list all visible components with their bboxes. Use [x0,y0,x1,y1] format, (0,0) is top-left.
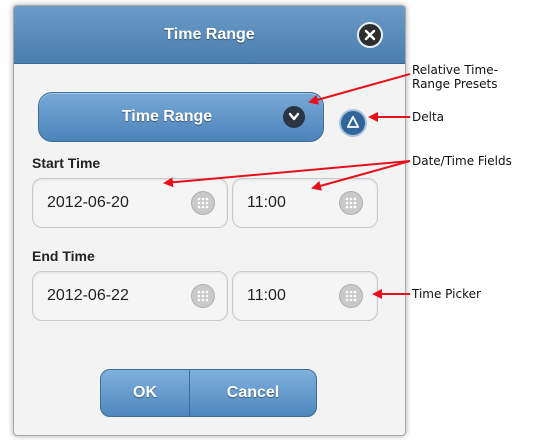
presets-callout-line2: Range Presets [412,77,498,91]
fields-callout: Date/Time Fields [412,154,512,168]
presets-callout: Relative Time- Range Presets [412,63,498,91]
delta-callout: Delta [412,110,445,124]
picker-callout: Time Picker [412,287,481,301]
arrow-presets [308,73,411,105]
presets-callout-line1: Relative Time- [412,63,498,77]
